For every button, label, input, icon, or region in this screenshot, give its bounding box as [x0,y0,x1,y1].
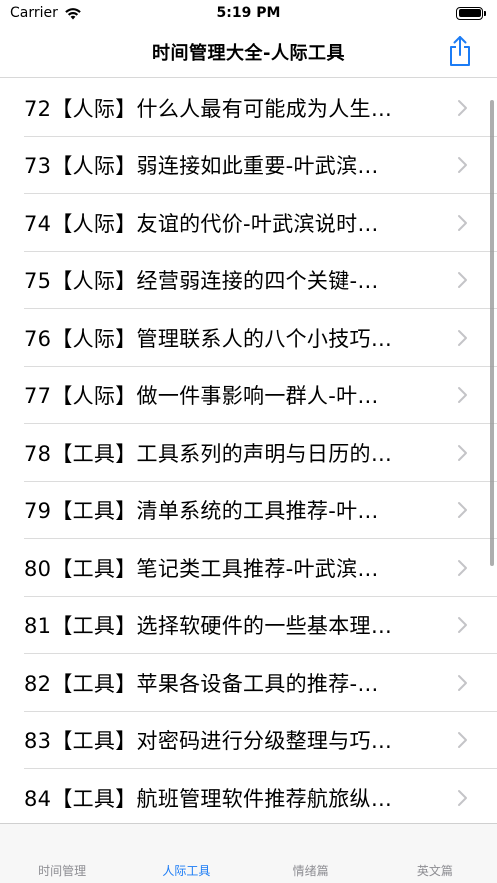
page-title: 时间管理大全-人际工具 [152,42,345,64]
list-item-label: 81【工具】选择软硬件的一些基本理… [24,614,393,639]
chevron-right-icon [458,444,467,461]
chevron-right-icon [458,99,467,116]
list-item[interactable]: 78【工具】工具系列的声明与日历的… [0,424,497,482]
list-item-label: 84【工具】航班管理软件推荐航旅纵… [24,786,393,811]
tab-emotions[interactable]: 情绪篇 [249,824,373,883]
list-item[interactable]: 74【人际】友谊的代价-叶武滨说时… [0,194,497,252]
list-item[interactable]: 84【工具】航班管理软件推荐航旅纵… [0,769,497,823]
list-item[interactable]: 76【人际】管理联系人的八个小技巧… [0,309,497,367]
chevron-right-icon [458,559,467,576]
chevron-right-icon [458,617,467,634]
list-item[interactable]: 82【工具】苹果各设备工具的推荐-… [0,654,497,712]
tab-label: 英文篇 [416,864,453,878]
list-item[interactable]: 72【人际】什么人最有可能成为人生… [0,79,497,137]
list-item-label: 82【工具】苹果各设备工具的推荐-… [24,671,379,696]
chevron-right-icon [458,732,467,749]
list-item[interactable]: 81【工具】选择软硬件的一些基本理… [0,597,497,655]
article-list[interactable]: 72【人际】什么人最有可能成为人生… 73【人际】弱连接如此重要-叶武滨… 74… [0,79,497,823]
tab-label: 情绪篇 [292,864,329,878]
list-item-label: 72【人际】什么人最有可能成为人生… [24,96,393,121]
list-item-label: 80【工具】笔记类工具推荐-叶武滨… [24,556,379,581]
chevron-right-icon [458,329,467,346]
tab-bar: 时间管理 人际工具 情绪篇 英文篇 [0,823,497,883]
list-item-label: 77【人际】做一件事影响一群人-叶… [24,384,379,409]
chevron-right-icon [458,272,467,289]
list-item-label: 79【工具】清单系统的工具推荐-叶… [24,499,379,524]
list-item-label: 75【人际】经营弱连接的四个关键-… [24,269,379,294]
chevron-right-icon [458,674,467,691]
status-time: 5:19 PM [216,5,281,21]
list-item[interactable]: 75【人际】经营弱连接的四个关键-… [0,252,497,310]
list-item[interactable]: 80【工具】笔记类工具推荐-叶武滨… [0,539,497,597]
tab-english[interactable]: 英文篇 [373,824,497,883]
chevron-right-icon [458,789,467,806]
list-item[interactable]: 73【人际】弱连接如此重要-叶武滨… [0,137,497,195]
battery-level [458,9,481,17]
list-item-label: 76【人际】管理联系人的八个小技巧… [24,326,393,351]
tab-label: 时间管理 [38,864,87,878]
chevron-right-icon [458,157,467,174]
chevron-right-icon [458,502,467,519]
share-icon [450,36,470,66]
navigation-bar: 时间管理大全-人际工具 [0,26,497,78]
chevron-right-icon [458,214,467,231]
tab-time-management[interactable]: 时间管理 [0,824,124,883]
chevron-right-icon [458,387,467,404]
vertical-scrollbar[interactable] [490,100,494,566]
list-item[interactable]: 79【工具】清单系统的工具推荐-叶… [0,482,497,540]
status-bar: Carrier 5:19 PM [0,0,497,26]
list-item-label: 83【工具】对密码进行分级整理与巧… [24,729,393,754]
tab-people-tools[interactable]: 人际工具 [124,824,248,883]
battery-icon [456,6,486,20]
list-item[interactable]: 77【人际】做一件事影响一群人-叶… [0,367,497,425]
list-item[interactable]: 83【工具】对密码进行分级整理与巧… [0,712,497,770]
app-screen: Carrier 5:19 PM 时间管理大全-人际工具 72【人际】什么人最有可… [0,0,497,883]
list-item-label: 73【人际】弱连接如此重要-叶武滨… [24,154,379,179]
tab-label: 人际工具 [162,864,211,878]
share-button[interactable] [447,34,473,68]
list-item-label: 78【工具】工具系列的声明与日历的… [24,441,393,466]
list-item-label: 74【人际】友谊的代价-叶武滨说时… [24,211,379,236]
